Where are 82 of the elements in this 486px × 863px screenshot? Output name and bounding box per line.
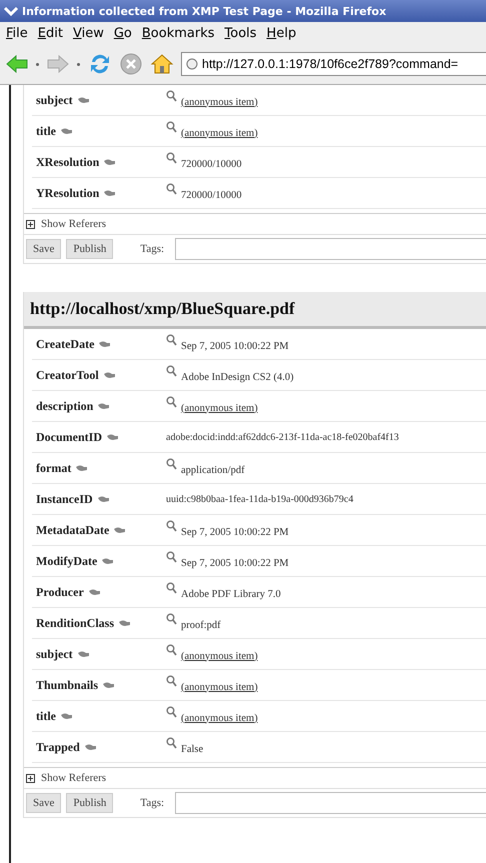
value-link[interactable]: (anonymous item) [181,96,258,108]
property-name: subject [36,92,73,108]
show-referers-link[interactable]: Show Referers [41,218,106,230]
dropdown-icon[interactable] [76,62,81,66]
show-referers-link[interactable]: Show Referers [41,772,106,784]
search-icon[interactable] [166,396,177,408]
property-value: Sep 7, 2005 10:00:22 PM [181,558,289,568]
search-icon[interactable] [166,550,177,562]
dropdown-icon[interactable] [35,62,40,66]
search-icon[interactable] [166,706,177,718]
menu-item[interactable]: Edit [38,26,63,40]
property-name: XResolution [36,154,100,170]
property-value: 720000/10000 [181,190,242,200]
action-button[interactable]: Save [26,239,62,259]
action-button[interactable]: Publish [66,239,114,259]
value-link[interactable]: (anonymous item) [181,712,258,724]
search-icon[interactable] [166,612,177,624]
menu-item[interactable]: Tools [224,26,257,40]
menu-item[interactable]: Go [114,26,132,40]
menu-item[interactable]: File [6,26,28,40]
expand-icon[interactable] [26,220,35,228]
property-name: title [36,124,56,138]
value-link[interactable]: (anonymous item) [181,650,258,662]
property-name: subject [36,646,73,662]
property-value: application/pdf [181,464,245,476]
menu-item[interactable]: Bookmarks [142,26,215,40]
property-value: Sep 7, 2005 10:00:22 PM [181,526,289,538]
property-name: CreateDate [36,336,94,352]
menu-item[interactable]: Help [266,26,296,40]
property-value: proof:pdf [181,620,221,630]
property-name: YResolution [36,186,100,200]
property-name: format [36,460,72,476]
tags-field[interactable] [175,238,486,260]
tags-label: Tags: [140,243,164,255]
chevron-icon[interactable] [4,5,18,17]
property-name: Trapped [36,740,80,754]
section-title: http://localhost/xmp/BlueSquare.pdf [30,299,295,318]
search-icon[interactable] [166,458,177,470]
property-value: Sep 7, 2005 10:00:22 PM [181,340,289,352]
property-value: Adobe InDesign CS2 (4.0) [181,372,294,382]
page-icon [186,58,198,70]
property-value: uuid:c98b0baa-1fea-11da-b19a-000d936b79c4 [166,494,354,504]
search-icon[interactable] [166,364,177,376]
property-name: InstanceID [36,492,93,506]
tags-label: Tags: [140,797,164,809]
property-name: Producer [36,584,84,600]
search-icon[interactable] [166,582,177,594]
search-icon[interactable] [166,334,177,346]
tags-field[interactable] [175,792,486,814]
property-value: False [181,744,204,754]
back-arrow-icon[interactable] [6,55,28,73]
property-name: Thumbnails [36,678,98,692]
search-icon[interactable] [166,182,177,194]
value-link[interactable]: (anonymous item) [181,128,258,138]
property-name: RenditionClass [36,616,114,630]
value-link[interactable]: (anonymous item) [181,682,258,692]
property-name: CreatorTool [36,368,99,382]
address-field[interactable]: http://127.0.0.1:1978/10f6ce2f789?command= [181,52,486,76]
value-link[interactable]: (anonymous item) [181,402,258,414]
search-icon[interactable] [166,736,177,748]
property-name: DocumentID [36,430,102,444]
property-name: description [36,398,94,414]
property-value: 720000/10000 [181,158,242,170]
property-name: MetadataDate [36,522,110,538]
action-button[interactable]: Save [26,793,62,813]
stop-icon[interactable] [119,52,143,76]
reload-icon[interactable] [88,52,112,76]
search-icon[interactable] [166,674,177,686]
search-icon[interactable] [166,120,177,132]
search-icon[interactable] [166,90,177,102]
property-value: Adobe PDF Library 7.0 [181,588,281,600]
search-icon[interactable] [166,520,177,532]
menu-item[interactable]: View [72,26,104,40]
property-name: ModifyDate [36,554,98,568]
window-title: Information collected from XMP Test Page - Mozilla Firefox [22,4,386,18]
action-button[interactable]: Publish [66,793,114,813]
home-icon[interactable] [150,52,174,76]
search-icon[interactable] [166,644,177,656]
property-value: adobe:docid:indd:af62ddc6-213f-11da-ac18-fe020baf4f13 [166,432,399,442]
expand-icon[interactable] [26,774,35,782]
search-icon[interactable] [166,152,177,164]
property-name: title [36,708,56,724]
